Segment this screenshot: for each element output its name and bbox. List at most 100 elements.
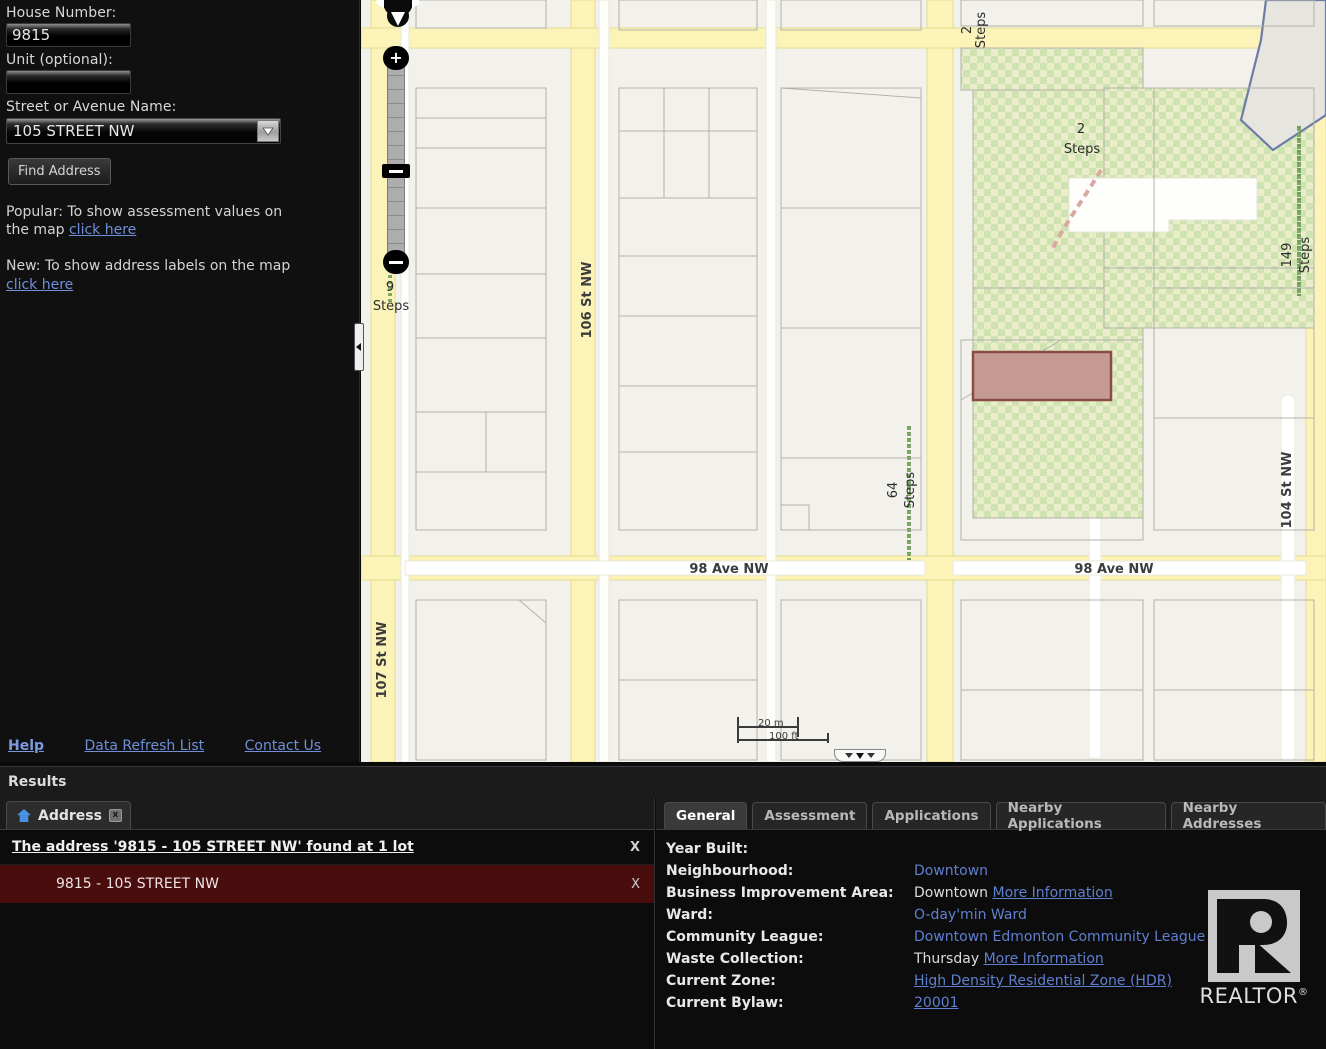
find-address-button[interactable]: Find Address <box>8 158 111 185</box>
page-root: House Number: Unit (optional): Street or… <box>0 0 1326 1049</box>
zoom-slider-track[interactable] <box>387 62 405 262</box>
detail-tabstrip: General Assessment Applications Nearby A… <box>656 798 1326 832</box>
new-note-link[interactable]: click here <box>6 277 73 293</box>
detail-value-community-league: Downtown Edmonton Community League <box>914 928 1205 946</box>
house-number-input[interactable] <box>6 23 131 47</box>
tab-address-close-icon[interactable]: x <box>108 809 122 822</box>
tab-address[interactable]: Address x <box>6 801 131 829</box>
sidebar-collapse-handle[interactable] <box>354 323 364 371</box>
sidebar-footer-links: Help Data Refresh List Contact Us <box>0 738 360 754</box>
steps-label-9-text: Steps <box>373 299 410 314</box>
map-panel-collapse-handle[interactable] <box>834 749 886 762</box>
help-link[interactable]: Help <box>8 738 44 754</box>
results-tabstrip: Address x <box>0 798 654 830</box>
detail-value-bia: Downtown More Information <box>914 884 1113 902</box>
realtor-word-text: REALTOR <box>1199 984 1298 1008</box>
realtor-registered-icon: ® <box>1297 987 1309 998</box>
realtor-wordmark: REALTOR® <box>1194 984 1314 1008</box>
street-label-98ave-right: 98 Ave NW <box>1074 562 1153 577</box>
street-label-106: 106 St NW <box>580 262 595 339</box>
results-row-label: 9815 - 105 STREET NW <box>56 876 219 892</box>
chevron-down-icon[interactable] <box>257 120 279 142</box>
map-canvas[interactable]: 106 St NW 107 St NW 104 St NW 98 Ave NW … <box>361 0 1326 762</box>
map-graphics: 106 St NW 107 St NW 104 St NW 98 Ave NW … <box>361 0 1326 762</box>
tab-applications[interactable]: Applications <box>872 802 991 829</box>
scale-imperial-label: 100 ft <box>769 731 799 742</box>
steps-label-9: 9 <box>386 280 394 295</box>
steps-label-2b: 2 <box>1077 122 1085 137</box>
house-number-label: House Number: <box>6 5 117 21</box>
steps-label-64-text: Steps <box>903 472 918 509</box>
results-summary-label: The address '9815 - 105 STREET NW' found… <box>12 839 414 855</box>
steps-label-149-text: Steps <box>1298 237 1313 274</box>
neighbourhood-link[interactable]: Downtown <box>914 863 988 879</box>
detail-panel: General Assessment Applications Nearby A… <box>656 798 1326 1049</box>
house-icon <box>17 809 31 822</box>
street-name-selected-value: 105 STREET NW <box>13 122 135 140</box>
results-summary-row[interactable]: The address '9815 - 105 STREET NW' found… <box>0 830 654 865</box>
street-name-select[interactable]: 105 STREET NW <box>6 118 281 144</box>
results-row[interactable]: 9815 - 105 STREET NW X <box>0 865 654 903</box>
tab-assessment[interactable]: Assessment <box>752 802 868 829</box>
detail-key-waste-collection: Waste Collection: <box>666 951 804 967</box>
tab-general[interactable]: General <box>664 802 748 829</box>
detail-value-ward: O-day'min Ward <box>914 906 1027 924</box>
map-zoom-slider[interactable]: + <box>382 46 410 274</box>
steps-label-64: 64 <box>886 482 901 499</box>
street-label-107: 107 St NW <box>375 622 390 699</box>
tab-nearby-addresses[interactable]: Nearby Addresses <box>1170 800 1326 832</box>
detail-row-year-built: Year Built: <box>666 840 1326 858</box>
new-note-text: New: To show address labels on the map <box>6 258 291 275</box>
contact-us-link[interactable]: Contact Us <box>245 738 321 754</box>
steps-label-2a-text: Steps <box>974 12 989 49</box>
detail-value-neighbourhood: Downtown <box>914 862 988 880</box>
detail-body: Year Built: Neighbourhood: Downtown Busi… <box>656 830 1326 1012</box>
bia-more-information-link[interactable]: More Information <box>993 885 1113 901</box>
detail-value-waste-collection: Thursday More Information <box>914 950 1104 968</box>
zoom-out-button[interactable] <box>383 250 409 274</box>
detail-key-bia: Business Improvement Area: <box>666 885 894 901</box>
street-name-label: Street or Avenue Name: <box>6 99 177 115</box>
detail-key-community-league: Community League: <box>666 929 824 945</box>
detail-value-current-bylaw: 20001 <box>914 994 959 1012</box>
unit-label: Unit (optional): <box>6 52 113 68</box>
realtor-r-icon <box>1217 899 1291 973</box>
detail-key-neighbourhood: Neighbourhood: <box>666 863 794 879</box>
realtor-r-mark <box>1208 890 1300 982</box>
detail-value-current-zone: High Density Residential Zone (HDR) <box>914 972 1172 990</box>
results-panel: Address x The address '9815 - 105 STREET… <box>0 798 655 1049</box>
community-league-link[interactable]: Downtown Edmonton Community League <box>914 929 1205 945</box>
map-pan-control[interactable] <box>372 0 424 38</box>
tab-address-label: Address <box>38 807 102 824</box>
detail-key-current-zone: Current Zone: <box>666 973 776 989</box>
bia-text: Downtown <box>914 885 993 901</box>
steps-label-2b-text: Steps <box>1064 142 1101 157</box>
waste-collection-text: Thursday <box>914 951 984 967</box>
pan-right-icon <box>412 0 421 9</box>
steps-label-2a: 2 <box>960 26 975 34</box>
results-row-close-icon[interactable]: X <box>631 877 644 892</box>
highlighted-parcel <box>971 350 1113 402</box>
detail-key-ward: Ward: <box>666 907 713 923</box>
street-label-98ave-left: 98 Ave NW <box>689 562 768 577</box>
tab-nearby-applications[interactable]: Nearby Applications <box>995 800 1166 832</box>
scale-metric-label: 20 m <box>758 718 784 729</box>
waste-collection-more-information-link[interactable]: More Information <box>984 951 1104 967</box>
results-summary-close-icon[interactable]: X <box>630 840 644 855</box>
realtor-logo: REALTOR® <box>1194 890 1314 1008</box>
popular-note-link[interactable]: click here <box>69 222 136 238</box>
pan-left-icon <box>375 0 384 9</box>
unit-input[interactable] <box>6 70 131 94</box>
detail-key-year-built: Year Built: <box>666 841 749 857</box>
ward-link[interactable]: O-day'min Ward <box>914 907 1027 923</box>
detail-key-current-bylaw: Current Bylaw: <box>666 995 784 1011</box>
address-search-sidebar: House Number: Unit (optional): Street or… <box>0 0 360 762</box>
current-zone-link[interactable]: High Density Residential Zone (HDR) <box>914 973 1172 989</box>
zoom-in-button[interactable]: + <box>383 46 409 70</box>
popular-note-text: Popular: To show assessment values on th… <box>6 204 283 239</box>
current-bylaw-link[interactable]: 20001 <box>914 995 959 1011</box>
street-label-104: 104 St NW <box>1280 452 1295 529</box>
steps-label-149: 149 <box>1280 243 1295 268</box>
zoom-slider-handle[interactable] <box>382 164 410 178</box>
data-refresh-list-link[interactable]: Data Refresh List <box>85 738 205 754</box>
